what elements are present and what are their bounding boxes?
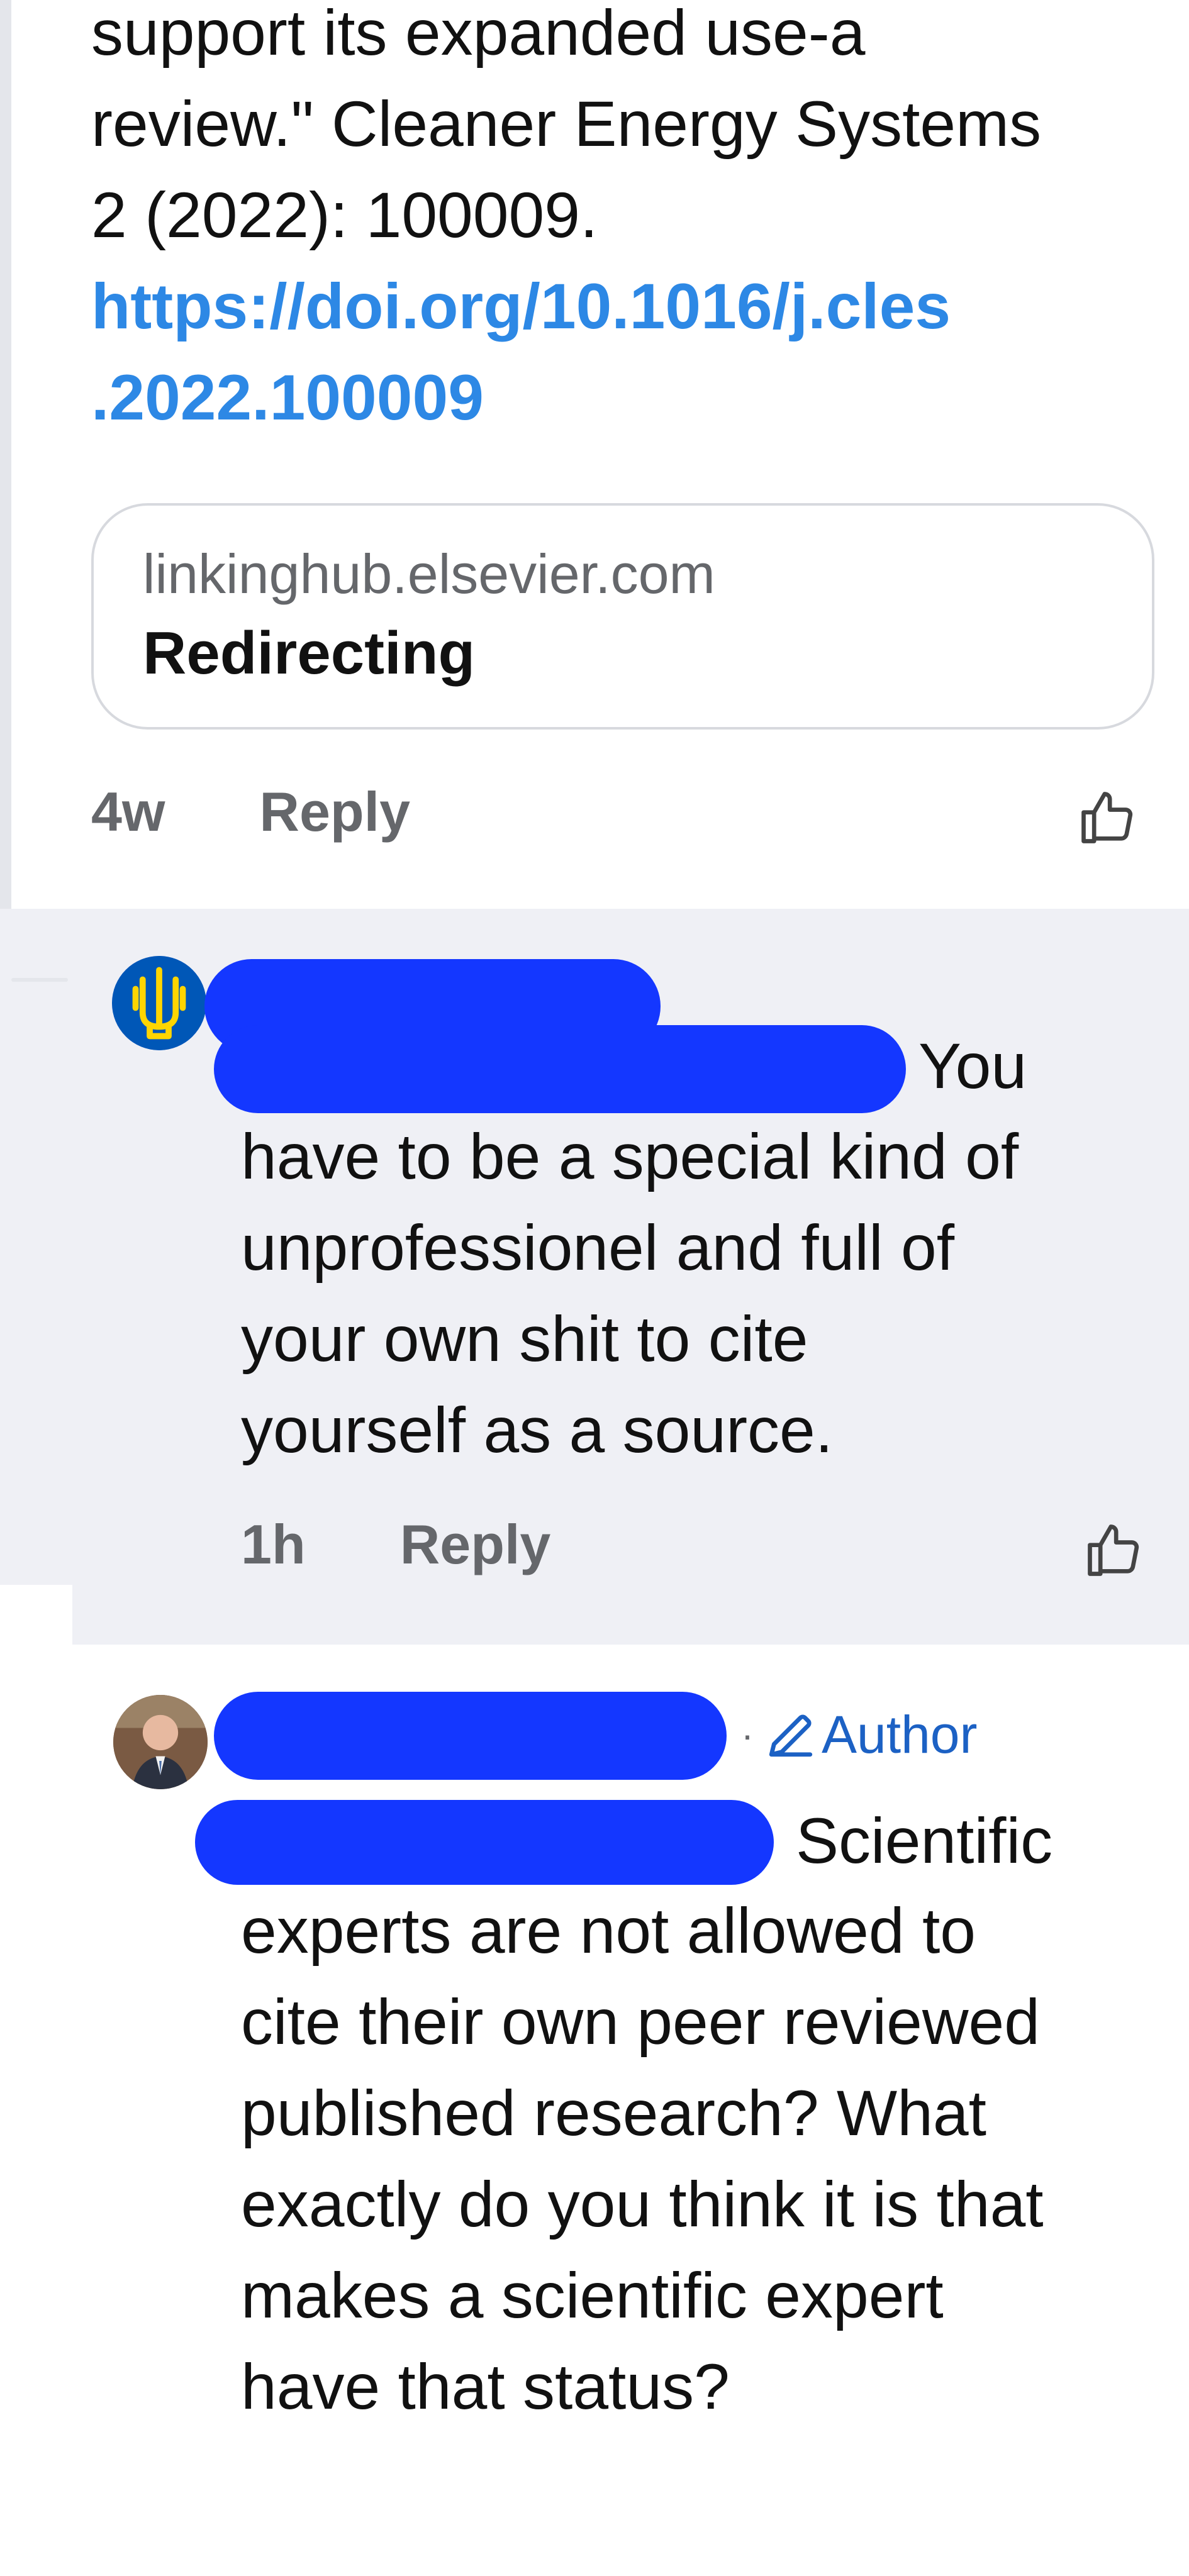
ukraine-trident-icon bbox=[112, 956, 206, 1050]
comment-text-line: unprofessionel and full of bbox=[241, 1212, 955, 1284]
separator-dot: · bbox=[741, 1714, 754, 1756]
comment-text-line: yourself as a source. bbox=[241, 1394, 834, 1466]
comment-text-line: makes a scientific expert bbox=[241, 2260, 944, 2331]
link-preview-card[interactable]: linkinghub.elsevier.com Redirecting bbox=[91, 503, 1154, 730]
comment-text-start: Scientific bbox=[796, 1805, 1053, 1877]
link-preview-title: Redirecting bbox=[143, 619, 476, 687]
redacted-mention bbox=[195, 1800, 774, 1885]
comment-actions: 1h Reply bbox=[241, 1513, 550, 1577]
reply-button[interactable]: Reply bbox=[400, 1513, 551, 1577]
comment-text-line: 2 (2022): 100009. bbox=[91, 179, 598, 251]
thread-connector-branch bbox=[11, 978, 68, 982]
comment-text-line: cite their own peer reviewed bbox=[241, 1986, 1040, 2058]
comment-text-line: have that status? bbox=[241, 2351, 730, 2423]
comment-text-line: published research? What bbox=[241, 2077, 987, 2149]
author-badge-label: Author bbox=[821, 1705, 978, 1764]
reply-comment-highlight: You have to be a special kind of unprofe… bbox=[0, 909, 1189, 1645]
avatar[interactable] bbox=[113, 1695, 208, 1789]
link-preview-domain: linkinghub.elsevier.com bbox=[143, 543, 715, 605]
pencil-icon bbox=[769, 1714, 813, 1757]
reply-button[interactable]: Reply bbox=[259, 780, 410, 844]
comment-text-line: your own shit to cite bbox=[241, 1303, 808, 1375]
comment-text-line: experts are not allowed to bbox=[241, 1895, 976, 1967]
comment-text-line: review." Cleaner Energy Systems bbox=[91, 88, 1042, 160]
comment-text-start: You bbox=[918, 1030, 1027, 1102]
person-avatar-icon bbox=[113, 1695, 208, 1789]
redacted-mention bbox=[214, 1025, 906, 1113]
comment-text-line: have to be a special kind of bbox=[241, 1121, 1019, 1192]
doi-link[interactable]: .2022.100009 bbox=[91, 352, 484, 443]
avatar[interactable] bbox=[112, 956, 206, 1050]
layout-spacer bbox=[0, 1585, 72, 1645]
thumbs-up-icon[interactable] bbox=[1076, 786, 1139, 849]
comment-text-line: support its expanded use-a bbox=[91, 0, 866, 69]
author-badge: · Author bbox=[741, 1704, 977, 1765]
doi-link[interactable]: https://doi.org/10.1016/j.cles bbox=[91, 261, 951, 352]
comment-text-line: exactly do you think it is that bbox=[241, 2168, 1044, 2240]
redacted-name bbox=[214, 1692, 727, 1780]
thumbs-up-icon[interactable] bbox=[1082, 1519, 1145, 1582]
comment-actions: 4w Reply bbox=[91, 780, 410, 844]
comment-timestamp[interactable]: 1h bbox=[241, 1513, 306, 1577]
comment-timestamp[interactable]: 4w bbox=[91, 780, 165, 844]
